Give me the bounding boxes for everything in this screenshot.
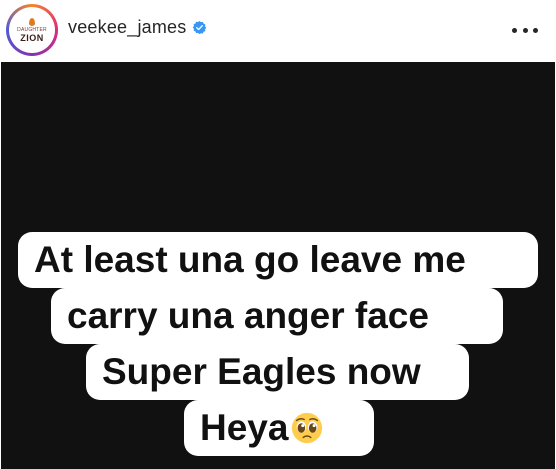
story-image[interactable]: At least una go leave me carry una anger… (1, 62, 555, 469)
caption-line-3: Super Eagles now (86, 344, 469, 400)
dot (533, 27, 538, 33)
verified-badge-icon (193, 20, 207, 35)
caption-line-4-text: Heya (200, 407, 289, 448)
flame-logo-icon (29, 17, 35, 26)
caption-line-4: Heya (184, 400, 374, 456)
avatar[interactable]: DAUGHTER ZION (11, 9, 53, 51)
username-link[interactable]: veekee_james (68, 17, 186, 38)
dot (522, 27, 528, 33)
dot (512, 27, 517, 33)
pleading-face-emoji-icon (292, 412, 323, 444)
avatar-logo-bottom-text: ZION (20, 32, 44, 43)
username-row: veekee_james (68, 17, 207, 38)
caption-line-1: At least una go leave me (18, 232, 538, 288)
instagram-post: DAUGHTER ZION veekee_james At least una … (0, 0, 556, 469)
caption-line-2: carry una anger face (51, 288, 503, 344)
more-options-icon[interactable] (512, 22, 538, 38)
avatar-story-ring[interactable]: DAUGHTER ZION (6, 4, 58, 56)
post-header: DAUGHTER ZION veekee_james (0, 0, 556, 62)
avatar-border: DAUGHTER ZION (9, 7, 55, 53)
